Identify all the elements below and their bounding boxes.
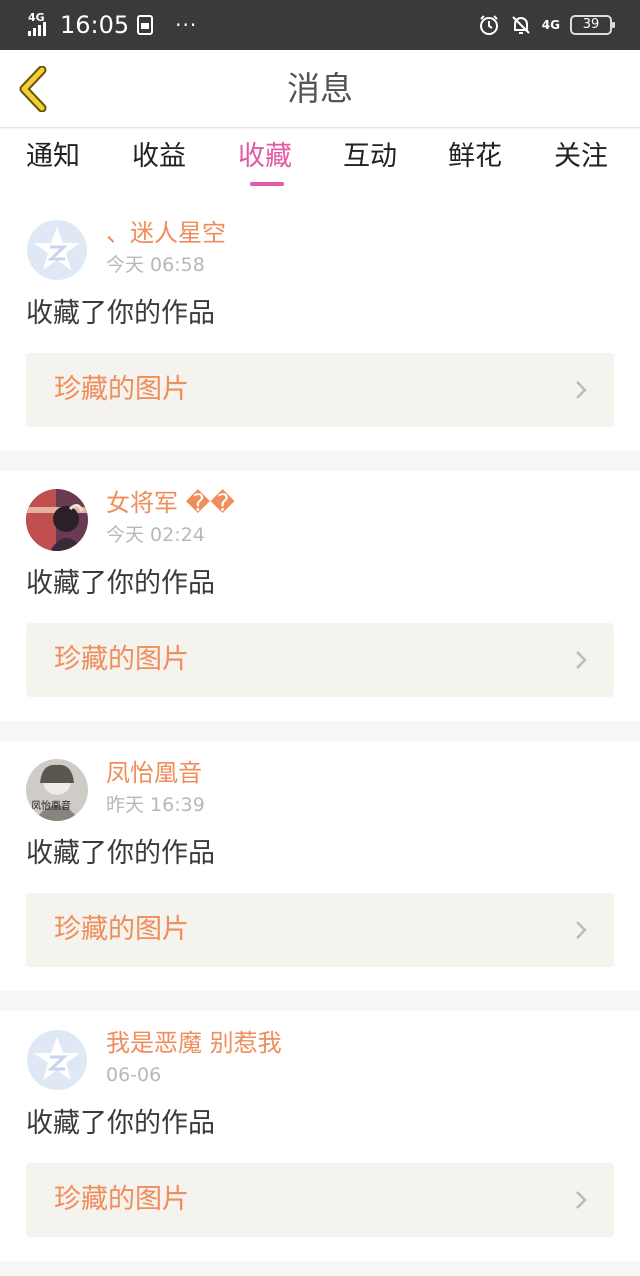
tab-bar: 通知 收益 收藏 互动 鲜花 关注 xyxy=(0,129,640,201)
chevron-right-icon xyxy=(576,921,587,939)
default-avatar-icon xyxy=(27,1030,87,1090)
alarm-clock-icon xyxy=(479,15,498,35)
app-header: 消息 xyxy=(0,50,640,128)
timestamp: 昨天 16:39 xyxy=(106,794,205,816)
avatar[interactable] xyxy=(26,1029,88,1091)
work-link-button[interactable]: 珍藏的图片 xyxy=(26,1163,614,1237)
action-text: 收藏了你的作品 xyxy=(26,838,215,869)
default-avatar-icon xyxy=(27,220,87,280)
timestamp: 今天 02:24 xyxy=(106,524,205,546)
timestamp: 06-06 xyxy=(106,1064,162,1086)
list-item: 女将军 �� 今天 02:24 收藏了你的作品 珍藏的图片 xyxy=(0,471,640,721)
tab-flowers[interactable]: 鲜花 xyxy=(448,139,502,175)
network-type-right: 4G xyxy=(541,18,560,32)
battery-icon: 39 xyxy=(570,15,615,35)
chevron-right-icon xyxy=(576,1191,587,1209)
work-link-label: 珍藏的图片 xyxy=(54,374,189,405)
mute-bell-icon xyxy=(512,16,530,34)
sim-card-icon xyxy=(137,15,154,35)
action-text: 收藏了你的作品 xyxy=(26,1108,215,1139)
list-item: 凤怡凰音 凤怡凰音 昨天 16:39 收藏了你的作品 珍藏的图片 xyxy=(0,741,640,991)
work-link-button[interactable]: 珍藏的图片 xyxy=(26,893,614,967)
work-link-button[interactable]: 珍藏的图片 xyxy=(26,623,614,697)
tab-favorites[interactable]: 收藏 xyxy=(238,139,292,175)
tab-notifications[interactable]: 通知 xyxy=(26,139,80,175)
active-tab-indicator xyxy=(250,182,284,186)
chevron-right-icon xyxy=(576,651,587,669)
work-link-label: 珍藏的图片 xyxy=(54,644,189,675)
work-link-label: 珍藏的图片 xyxy=(54,1184,189,1215)
avatar[interactable] xyxy=(26,489,88,551)
work-link-label: 珍藏的图片 xyxy=(54,914,189,945)
chevron-right-icon xyxy=(576,381,587,399)
tab-interactions[interactable]: 互动 xyxy=(343,139,397,175)
username[interactable]: 凤怡凰音 xyxy=(106,757,202,789)
list-item: 、迷人星空 今天 06:58 收藏了你的作品 珍藏的图片 xyxy=(0,201,640,451)
page-title: 消息 xyxy=(287,69,353,108)
photo-avatar-icon xyxy=(26,489,88,551)
status-left: 4G 16:05 ··· xyxy=(28,10,197,40)
more-notifications-icon: ··· xyxy=(175,13,198,37)
avatar-text: 凤怡凰音 xyxy=(31,801,71,812)
signal-icon: 4G xyxy=(28,12,52,38)
status-bar: 4G 16:05 ··· 4G 39 xyxy=(0,0,640,50)
list-item: 我是恶魔 别惹我 06-06 收藏了你的作品 珍藏的图片 xyxy=(0,1011,640,1261)
status-time: 16:05 xyxy=(60,11,130,39)
username[interactable]: 我是恶魔 别惹我 xyxy=(106,1027,282,1059)
status-right: 4G 39 xyxy=(478,10,615,40)
timestamp: 今天 06:58 xyxy=(106,254,205,276)
avatar[interactable] xyxy=(26,219,88,281)
username[interactable]: 女将军 �� xyxy=(106,487,235,519)
work-link-button[interactable]: 珍藏的图片 xyxy=(26,353,614,427)
battery-level: 39 xyxy=(582,17,600,32)
tab-earnings[interactable]: 收益 xyxy=(132,139,186,175)
action-text: 收藏了你的作品 xyxy=(26,568,215,599)
username[interactable]: 、迷人星空 xyxy=(106,217,226,249)
avatar[interactable]: 凤怡凰音 xyxy=(26,759,88,821)
tab-following[interactable]: 关注 xyxy=(554,139,608,175)
action-text: 收藏了你的作品 xyxy=(26,298,215,329)
